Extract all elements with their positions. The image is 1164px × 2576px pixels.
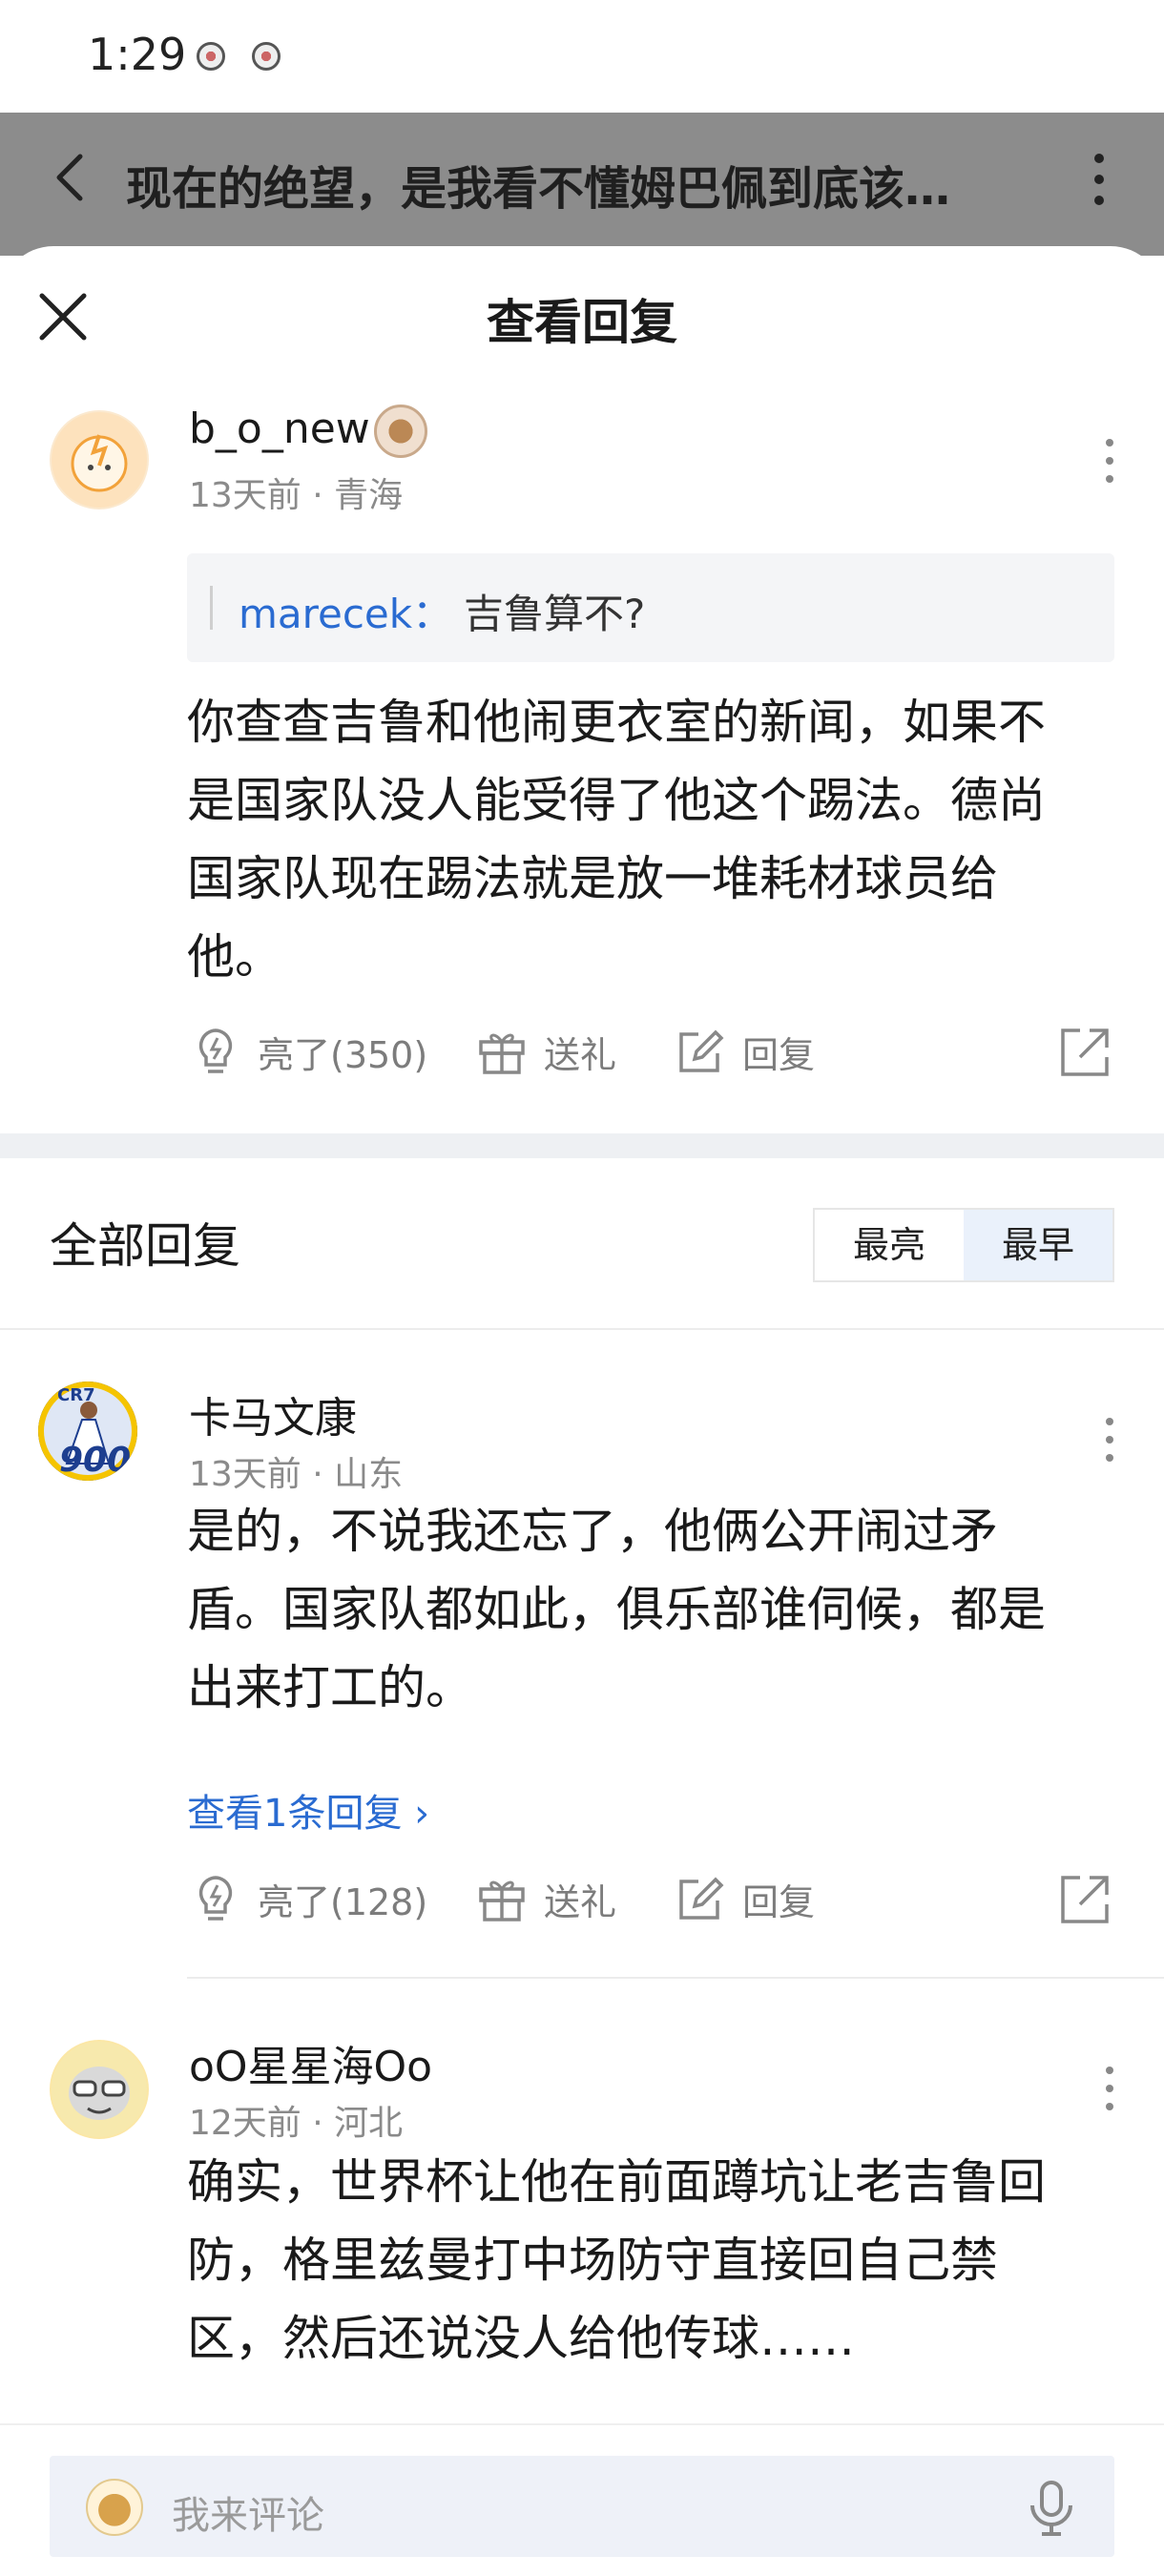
share-icon[interactable] [1057,1025,1112,1080]
like-count: 亮了(128) [258,1880,428,1923]
notification-icon [197,42,225,71]
reply-button[interactable]: 回复 [674,1023,815,1080]
share-icon[interactable] [1057,1872,1112,1927]
view-replies-link[interactable]: 查看1条回复 › [187,1782,429,1838]
comment-line: 盾。国家队都如此，俱乐部谁伺候，都是 [187,1582,1046,1637]
reply-label: 回复 [742,1033,816,1076]
gift-button[interactable]: 送礼 [475,1870,616,1927]
reply-sheet: 查看回复 b_o_new 13天前 · 青海 marecek： 吉鲁算不? 你查… [0,246,1164,2576]
comment-line: 是国家队没人能受得了他这个踢法。德尚 [187,773,1046,828]
more-options-icon[interactable] [1100,2065,1119,2112]
user-name[interactable]: b_o_new [189,405,370,453]
comment-body: 是的，不说我还忘了，他俩公开闹过矛 盾。国家队都如此，俱乐部谁伺候，都是 出来打… [187,1492,1046,1727]
user-badge-icon [374,405,427,458]
divider [0,1328,1164,1330]
more-options-icon[interactable] [1100,1416,1119,1464]
avatar [86,2479,143,2536]
comment-line: 防，格里兹曼打中场防守直接回自己禁 [187,2233,998,2288]
sort-toggle: 最亮 最早 [813,1208,1114,1282]
gift-icon [479,1033,525,1074]
back-arrow-icon[interactable] [44,149,101,206]
comment-input[interactable]: 我来评论 [50,2456,1114,2557]
comment-line: 是的，不说我还忘了，他俩公开闹过矛 [187,1504,998,1559]
microphone-icon[interactable] [1021,2477,1082,2538]
status-time: 1:29 [88,29,187,80]
avatar-image [52,2042,147,2137]
notification-icon [252,42,281,71]
user-name[interactable]: oO星星海Oo [189,2032,432,2093]
like-button[interactable]: 亮了(128) [189,1870,427,1927]
status-bar: 1:29 [0,0,1164,113]
user-name[interactable]: 卡马文康 [189,1383,357,1444]
lightbulb-icon [198,1028,233,1073]
avatar[interactable] [50,2040,149,2139]
avatar[interactable]: CR7 900 [38,1381,137,1481]
comment-body: 你查查吉鲁和他闹更衣室的新闻，如果不 是国家队没人能受得了他这个踢法。德尚 国家… [187,683,1046,996]
lightbulb-icon [198,1876,233,1921]
comment-line: 他。 [187,929,282,985]
comment-meta: 13天前 · 青海 [189,476,404,515]
avatar[interactable] [50,410,149,509]
section-divider [0,1133,1164,1158]
like-button[interactable]: 亮了(350) [189,1023,427,1080]
like-count: 亮了(350) [258,1033,428,1076]
comment-meta: 13天前 · 山东 [189,1455,404,1494]
gift-icon [479,1880,525,1922]
gift-label: 送礼 [544,1033,617,1076]
quote-author[interactable]: marecek： [239,582,452,640]
comment-line: 出来打工的。 [187,1660,473,1715]
gift-label: 送礼 [544,1880,617,1923]
avatar-number: 900 [59,1441,132,1480]
comment-line: 确实，世界杯让他在前面蹲坑让老吉鲁回 [187,2154,1046,2210]
gift-button[interactable]: 送礼 [475,1023,616,1080]
edit-icon [679,1877,724,1920]
quoted-comment: marecek： 吉鲁算不? [187,553,1114,662]
comment-line: 你查查吉鲁和他闹更衣室的新闻，如果不 [187,695,1046,750]
comment-placeholder: 我来评论 [172,2494,324,2538]
reply-button[interactable]: 回复 [674,1870,815,1927]
comment-meta: 12天前 · 河北 [189,2104,404,2143]
avatar-tag: CR7 [57,1385,95,1405]
edit-icon [679,1029,724,1072]
reply-label: 回复 [742,1880,816,1923]
divider [187,1977,1164,1979]
quote-text: 吉鲁算不? [464,591,646,637]
avatar-image [52,412,147,508]
thread-header: 现在的绝望，是我看不懂姆巴佩到底该… [0,113,1164,256]
sort-option-hottest[interactable]: 最亮 [815,1210,964,1280]
sort-option-earliest[interactable]: 最早 [964,1210,1112,1280]
comment-line: 国家队现在踢法就是放一堆耗材球员给 [187,851,998,906]
more-options-icon[interactable] [1100,437,1119,485]
thread-title: 现在的绝望，是我看不懂姆巴佩到底该… [126,162,951,216]
quote-bar [210,586,213,630]
comment-line: 区，然后还说没人给他传球…… [187,2311,855,2366]
comment-body: 确实，世界杯让他在前面蹲坑让老吉鲁回 防，格里兹曼打中场防守直接回自己禁 区，然… [187,2143,1046,2378]
sheet-title: 查看回复 [487,295,677,350]
more-options-icon[interactable] [1088,151,1111,208]
section-title: 全部回复 [50,1218,240,1274]
comment-bar: 我来评论 [0,2423,1164,2576]
